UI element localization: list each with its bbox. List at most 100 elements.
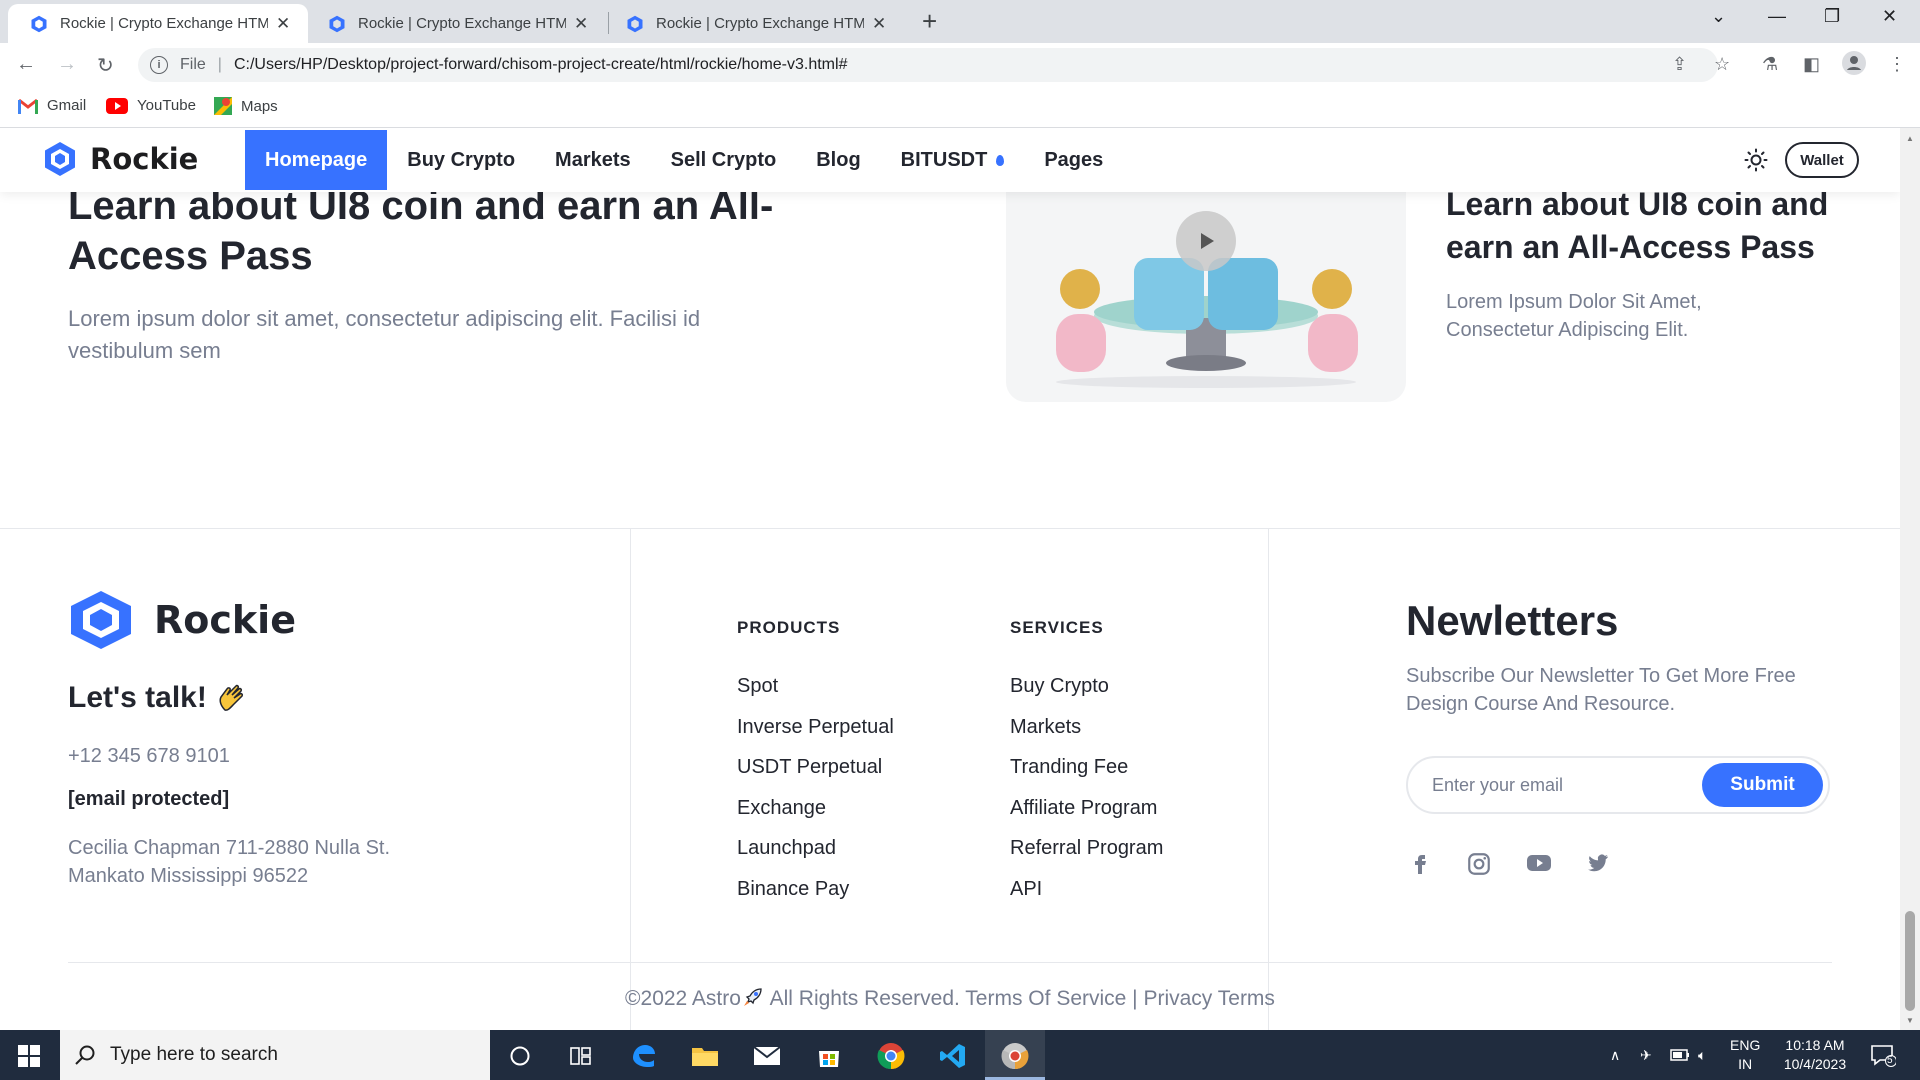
windows-taskbar: Type here to search ∧ ✈ 🔈︎ ENG IN 10:18 … — [0, 1030, 1920, 1080]
clock-date: 10/4/2023 — [1783, 1056, 1847, 1072]
show-hidden-icons[interactable]: ∧ — [1610, 1030, 1620, 1080]
newsletter-email-input[interactable] — [1432, 772, 1692, 798]
edge-browser-icon[interactable] — [628, 1041, 658, 1071]
video-card-title: Learn about UI8 coin and earn an All-Acc… — [1446, 186, 1829, 265]
footer-link-referral-program[interactable]: Referral Program — [1010, 828, 1163, 869]
section-description: Lorem ipsum dolor sit amet, consectetur … — [68, 306, 701, 363]
chrome-icon[interactable] — [876, 1041, 906, 1071]
rockie-favicon-icon — [626, 15, 644, 33]
copyright-suffix: All Rights Reserved. Terms Of Service | … — [764, 987, 1275, 1010]
mail-icon[interactable] — [752, 1041, 782, 1071]
scrollbar-thumb[interactable] — [1905, 911, 1915, 1011]
system-clock[interactable]: 10:18 AM 10/4/2023 — [1770, 1036, 1860, 1074]
nav-homepage[interactable]: Homepage — [245, 130, 388, 190]
footer-address: Cecilia Chapman 711-2880 Nulla St. Manka… — [68, 837, 391, 887]
scroll-down-arrow-icon[interactable]: ▼ — [1906, 1016, 1914, 1025]
bookmark-label: Maps — [241, 97, 278, 115]
volume-icon[interactable]: 🔈︎ — [1698, 1030, 1706, 1080]
notifications-icon[interactable]: 5 — [1870, 1030, 1896, 1080]
footer-link-spot[interactable]: Spot — [737, 666, 894, 707]
footer-link-inverse-perpetual[interactable]: Inverse Perpetual — [737, 707, 894, 748]
profile-avatar-icon[interactable] — [1842, 51, 1866, 80]
url-text[interactable]: C:/Users/HP/Desktop/project-forward/chis… — [234, 56, 848, 74]
rockie-favicon-icon — [30, 15, 48, 33]
vscode-icon[interactable] — [938, 1041, 968, 1071]
footer-link-launchpad[interactable]: Launchpad — [737, 828, 894, 869]
instagram-icon[interactable] — [1466, 851, 1492, 882]
close-window-icon[interactable]: ✕ — [1882, 6, 1897, 27]
footer-column-divider — [630, 528, 631, 1030]
new-tab-button[interactable]: + — [922, 8, 937, 34]
close-tab-icon[interactable]: ✕ — [574, 14, 588, 34]
footer-divider — [0, 528, 1900, 529]
header-logo[interactable]: Rockie — [42, 141, 198, 177]
footer-link-buy-crypto[interactable]: Buy Crypto — [1010, 666, 1163, 707]
forward-arrow-icon[interactable]: → — [57, 53, 77, 76]
search-icon — [74, 1044, 96, 1066]
chrome-dev-icon[interactable] — [1000, 1041, 1030, 1071]
windows-start-icon[interactable] — [18, 1045, 40, 1072]
bookmark-star-icon[interactable]: ☆ — [1714, 54, 1730, 75]
copyright-prefix: ©2022 Astro — [625, 987, 741, 1010]
cortana-icon[interactable] — [505, 1041, 535, 1071]
newsletter-title: Newletters — [1406, 597, 1619, 644]
footer-link-tranding-fee[interactable]: Tranding Fee — [1010, 747, 1163, 788]
footer-logo[interactable]: Rockie — [68, 590, 296, 650]
facebook-icon[interactable] — [1408, 851, 1432, 882]
nav-bitusdt[interactable]: BITUSDT — [881, 130, 1025, 190]
tab-title: Rockie | Crypto Exchange HTML — [358, 15, 566, 32]
restore-icon[interactable]: ❐ — [1824, 6, 1840, 27]
close-tab-icon[interactable]: ✕ — [872, 14, 886, 34]
bookmark-youtube[interactable]: YouTube — [106, 97, 196, 114]
scroll-up-arrow-icon[interactable]: ▲ — [1906, 134, 1914, 143]
share-icon[interactable]: ⇪ — [1672, 54, 1687, 75]
play-video-button[interactable] — [1176, 211, 1236, 271]
browser-menu-icon[interactable]: ⋮ — [1888, 54, 1906, 75]
footer-link-api[interactable]: API — [1010, 869, 1163, 910]
extensions-icon[interactable]: ⚗ — [1762, 54, 1778, 75]
back-arrow-icon[interactable]: ← — [16, 53, 36, 76]
reload-icon[interactable]: ↻ — [97, 53, 114, 78]
footer-link-markets[interactable]: Markets — [1010, 707, 1163, 748]
footer-phone[interactable]: +12 345 678 9101 — [68, 745, 230, 768]
wallet-button[interactable]: Wallet — [1785, 142, 1859, 178]
input-language[interactable]: ENG IN — [1730, 1036, 1760, 1074]
minimize-icon[interactable]: — — [1768, 6, 1786, 27]
footer-bottom-divider — [68, 962, 1832, 963]
address-bar[interactable]: i File | C:/Users/HP/Desktop/project-for… — [138, 48, 1718, 82]
page-scrollbar[interactable]: ▲ ▼ — [1900, 128, 1920, 1030]
browser-tab-1[interactable]: Rockie | Crypto Exchange HTML ✕ — [8, 4, 308, 43]
microsoft-store-icon[interactable] — [814, 1041, 844, 1071]
twitter-icon[interactable] — [1586, 851, 1610, 882]
bookmark-maps[interactable]: Maps — [214, 97, 278, 115]
bookmark-gmail[interactable]: Gmail — [18, 97, 86, 114]
nav-buy-crypto[interactable]: Buy Crypto — [387, 130, 535, 190]
close-tab-icon[interactable]: ✕ — [276, 14, 290, 34]
file-explorer-icon[interactable] — [690, 1041, 720, 1071]
footer-link-usdt-perpetual[interactable]: USDT Perpetual — [737, 747, 894, 788]
video-thumbnail[interactable] — [1006, 168, 1406, 402]
nav-pages[interactable]: Pages — [1024, 130, 1123, 190]
nav-sell-crypto[interactable]: Sell Crypto — [651, 130, 797, 190]
site-info-icon[interactable]: i — [150, 56, 168, 74]
nav-blog[interactable]: Blog — [796, 130, 880, 190]
newsletter-submit-button[interactable]: Submit — [1702, 763, 1823, 807]
footer-email[interactable]: [email protected] — [68, 788, 229, 811]
footer-link-binance-pay[interactable]: Binance Pay — [737, 869, 894, 910]
footer-link-affiliate-program[interactable]: Affiliate Program — [1010, 788, 1163, 829]
browser-tab-3[interactable]: Rockie | Crypto Exchange HTML ✕ — [604, 4, 904, 43]
tab-search-icon[interactable]: ⌄ — [1711, 6, 1726, 27]
browser-tab-2[interactable]: Rockie | Crypto Exchange HTML ✕ — [306, 4, 606, 43]
airplane-mode-icon[interactable]: ✈ — [1640, 1030, 1652, 1080]
youtube-icon[interactable] — [1526, 851, 1552, 882]
page-viewport: Rockie Homepage Buy Crypto Markets Sell … — [0, 128, 1900, 1030]
rocket-icon — [743, 988, 762, 1006]
taskbar-search-box[interactable]: Type here to search — [60, 1030, 490, 1080]
battery-icon[interactable] — [1670, 1030, 1690, 1080]
products-list: Spot Inverse Perpetual USDT Perpetual Ex… — [737, 666, 894, 910]
footer-link-exchange[interactable]: Exchange — [737, 788, 894, 829]
nav-markets[interactable]: Markets — [535, 130, 651, 190]
side-panel-icon[interactable]: ◧ — [1803, 54, 1820, 75]
task-view-icon[interactable] — [566, 1041, 596, 1071]
theme-toggle-sun-icon[interactable] — [1744, 148, 1768, 177]
